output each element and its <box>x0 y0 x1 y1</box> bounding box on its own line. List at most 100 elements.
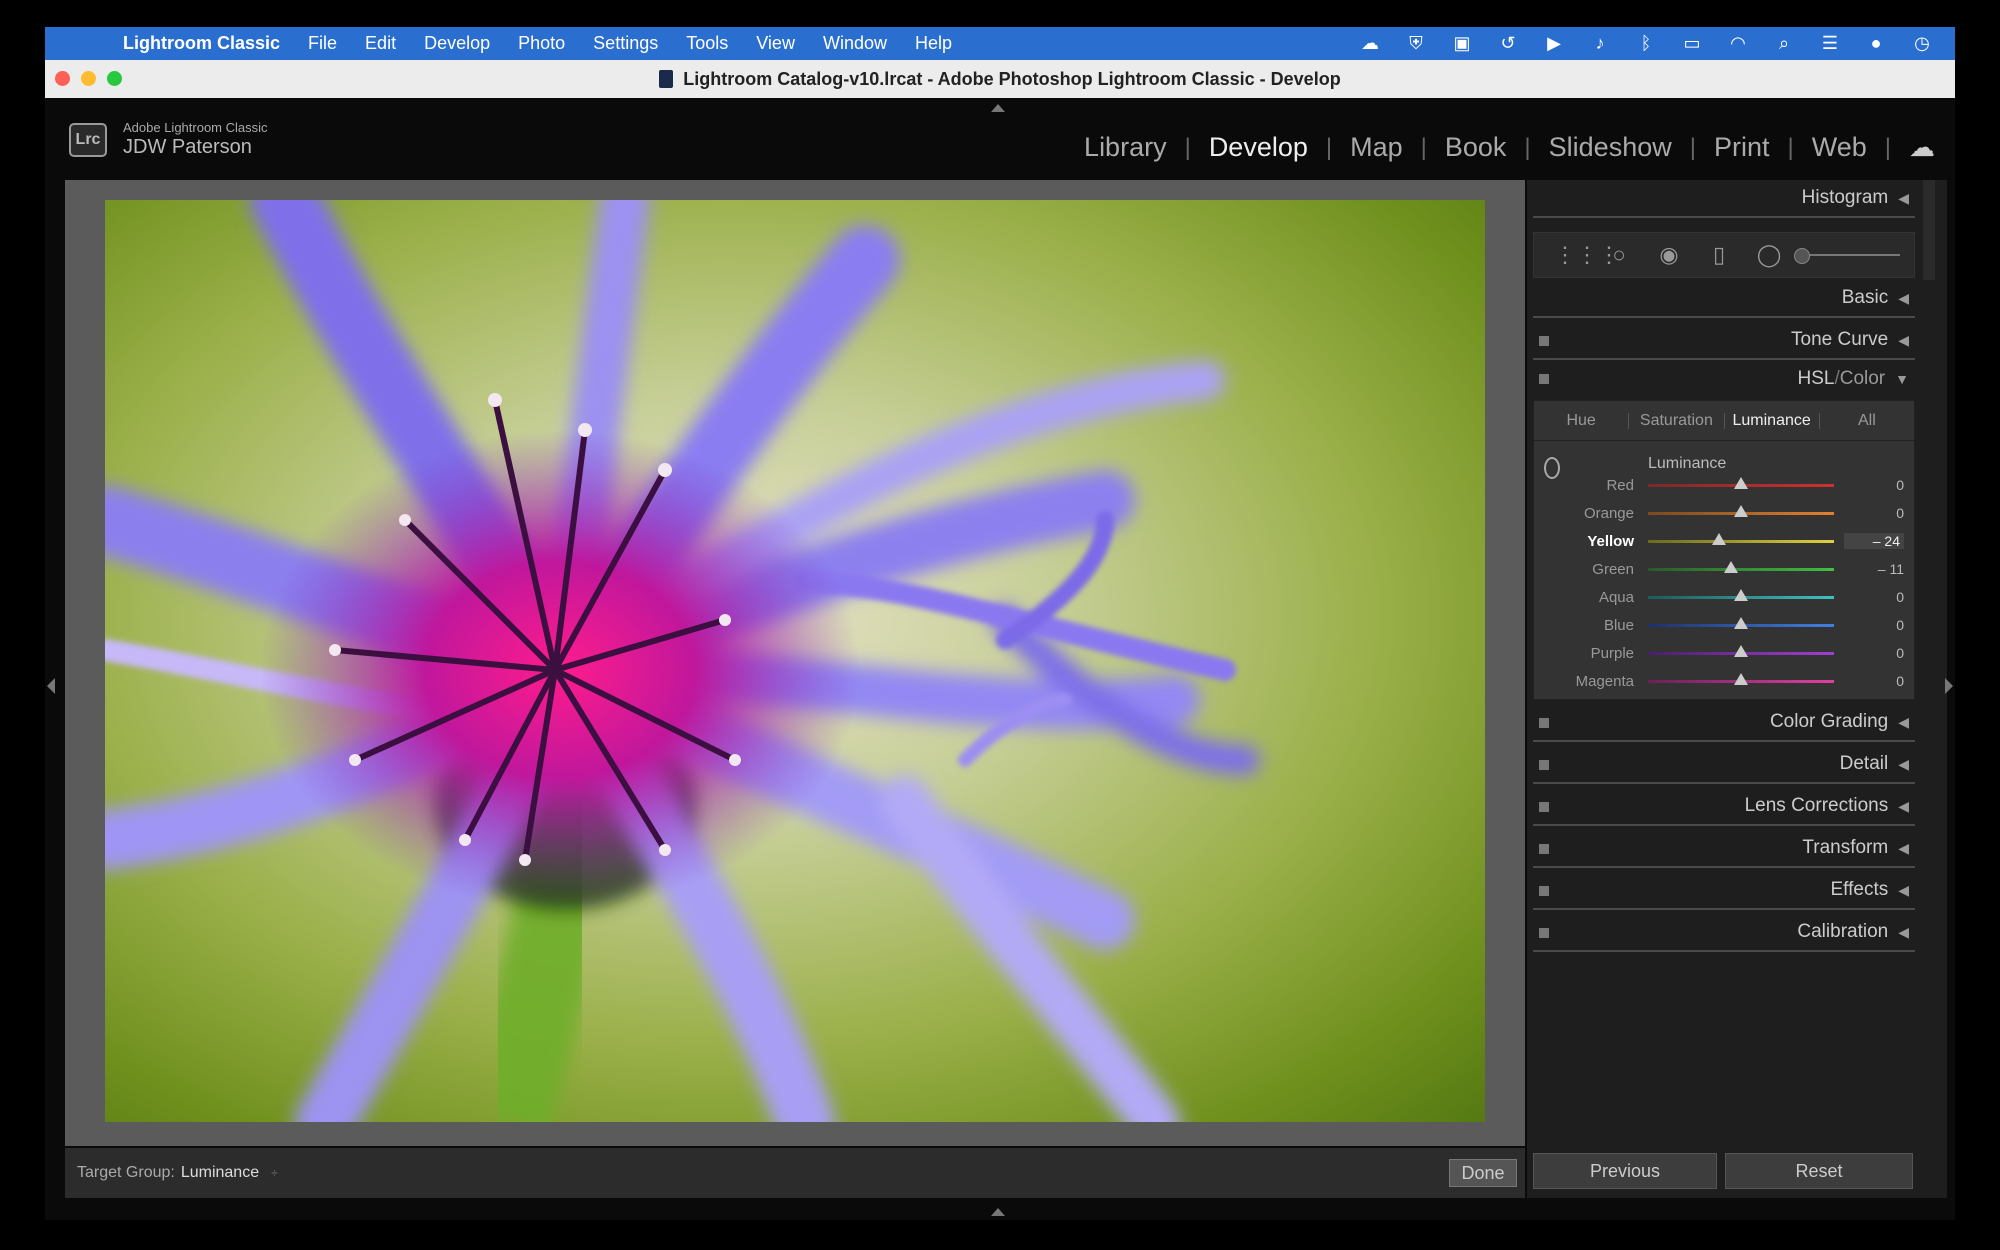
slider-thumb[interactable] <box>1734 588 1748 601</box>
module-map[interactable]: Map <box>1332 132 1421 163</box>
reset-button[interactable]: Reset <box>1725 1153 1913 1189</box>
cloud-sync-icon[interactable]: ☁ <box>1909 132 1935 163</box>
display-icon[interactable]: ▣ <box>1451 33 1473 54</box>
panel-switch-icon[interactable] <box>1539 844 1549 854</box>
filmstrip-toggle-icon[interactable] <box>991 1208 1005 1216</box>
section-tone-curve[interactable]: Tone Curve ◀ <box>1533 322 1915 360</box>
menu-settings[interactable]: Settings <box>593 33 658 54</box>
menu-app-name[interactable]: Lightroom Classic <box>123 33 280 54</box>
slider-track-red[interactable] <box>1648 476 1834 489</box>
crop-overlay-icon[interactable]: ⋮⋮⋮ <box>1554 242 1620 268</box>
module-library[interactable]: Library <box>1066 132 1185 163</box>
slider-value[interactable]: 0 <box>1844 673 1904 689</box>
close-window-button[interactable] <box>55 71 70 86</box>
slider-track-purple[interactable] <box>1648 644 1834 657</box>
slider-value[interactable]: – 24 <box>1844 533 1904 549</box>
graduated-filter-icon[interactable]: ▯ <box>1704 242 1734 268</box>
zoom-window-button[interactable] <box>107 71 122 86</box>
section-transform[interactable]: Transform ◀ <box>1533 830 1915 868</box>
target-group-caret-icon[interactable]: ÷ <box>271 1166 278 1180</box>
spot-removal-icon[interactable]: ○ <box>1604 242 1634 268</box>
tab-all[interactable]: All <box>1820 412 1914 430</box>
color-title[interactable]: Color <box>1840 368 1885 390</box>
top-panel-toggle-icon[interactable] <box>991 104 1005 112</box>
slider-track-green[interactable] <box>1648 560 1834 573</box>
adjustment-brush-slider[interactable] <box>1794 248 1900 264</box>
slider-thumb[interactable] <box>1734 616 1748 629</box>
module-develop[interactable]: Develop <box>1191 132 1326 163</box>
section-calibration[interactable]: Calibration ◀ <box>1533 914 1915 952</box>
right-panel-toggle-icon[interactable] <box>1945 678 1953 694</box>
siri-icon[interactable]: ● <box>1865 33 1887 54</box>
slider-track-aqua[interactable] <box>1648 588 1834 601</box>
time-machine-icon[interactable]: ↺ <box>1497 33 1519 54</box>
minimize-window-button[interactable] <box>81 71 96 86</box>
slider-value[interactable]: 0 <box>1844 505 1904 521</box>
battery-icon[interactable]: ▭ <box>1681 33 1703 54</box>
slider-thumb[interactable] <box>1734 672 1748 685</box>
slider-track-orange[interactable] <box>1648 504 1834 517</box>
slider-value[interactable]: – 11 <box>1844 561 1904 577</box>
slider-value[interactable]: 0 <box>1844 477 1904 493</box>
volume-icon[interactable]: ♪ <box>1589 33 1611 54</box>
panel-switch-icon[interactable] <box>1539 760 1549 770</box>
menu-file[interactable]: File <box>308 33 337 54</box>
clock-icon[interactable]: ◷ <box>1911 33 1933 54</box>
slider-thumb[interactable] <box>1734 504 1748 517</box>
slider-thumb[interactable] <box>1711 532 1726 545</box>
panel-switch-icon[interactable] <box>1539 886 1549 896</box>
play-icon[interactable]: ▶ <box>1543 33 1565 54</box>
target-group-select[interactable]: Luminance <box>181 1164 259 1182</box>
tab-saturation[interactable]: Saturation <box>1629 412 1723 430</box>
left-panel-toggle-icon[interactable] <box>47 678 55 694</box>
slider-track-blue[interactable] <box>1648 616 1834 629</box>
menu-edit[interactable]: Edit <box>365 33 396 54</box>
panel-switch-icon[interactable] <box>1539 802 1549 812</box>
module-slideshow[interactable]: Slideshow <box>1531 132 1690 163</box>
panel-switch-icon[interactable] <box>1539 374 1549 384</box>
tab-hue[interactable]: Hue <box>1534 412 1628 430</box>
menu-help[interactable]: Help <box>915 33 952 54</box>
menu-photo[interactable]: Photo <box>518 33 565 54</box>
slider-thumb[interactable] <box>1734 476 1748 489</box>
previous-button[interactable]: Previous <box>1533 1153 1717 1189</box>
search-icon[interactable]: ⌕ <box>1773 33 1795 54</box>
panel-switch-icon[interactable] <box>1539 336 1549 346</box>
section-hsl-color[interactable]: HSL / Color ▼ <box>1533 360 1915 398</box>
red-eye-icon[interactable]: ◉ <box>1654 242 1684 268</box>
menu-view[interactable]: View <box>756 33 795 54</box>
section-basic[interactable]: Basic ◀ <box>1533 280 1915 318</box>
control-center-icon[interactable]: ☰ <box>1819 33 1841 54</box>
done-button[interactable]: Done <box>1449 1159 1517 1187</box>
panel-scrollbar[interactable] <box>1923 180 1935 280</box>
panel-switch-icon[interactable] <box>1539 928 1549 938</box>
bluetooth-icon[interactable]: ᛒ <box>1635 33 1657 54</box>
menu-tools[interactable]: Tools <box>686 33 728 54</box>
section-effects[interactable]: Effects ◀ <box>1533 872 1915 910</box>
slider-thumb[interactable] <box>1723 560 1738 573</box>
photo-preview[interactable] <box>105 200 1485 1122</box>
section-color-grading[interactable]: Color Grading ◀ <box>1533 704 1915 742</box>
menu-develop[interactable]: Develop <box>424 33 490 54</box>
slider-value[interactable]: 0 <box>1844 617 1904 633</box>
module-print[interactable]: Print <box>1696 132 1788 163</box>
slider-track-yellow[interactable] <box>1648 532 1834 545</box>
hsl-title[interactable]: HSL <box>1797 368 1834 390</box>
radial-filter-icon[interactable]: ◯ <box>1754 242 1784 268</box>
wifi-icon[interactable]: ◠ <box>1727 33 1749 54</box>
section-detail[interactable]: Detail ◀ <box>1533 746 1915 784</box>
slider-thumb[interactable] <box>1734 644 1748 657</box>
creative-cloud-icon[interactable]: ☁ <box>1359 33 1381 54</box>
tab-luminance[interactable]: Luminance <box>1725 412 1819 430</box>
section-histogram[interactable]: Histogram ◀ <box>1533 180 1915 218</box>
menu-window[interactable]: Window <box>823 33 887 54</box>
panel-switch-icon[interactable] <box>1539 718 1549 728</box>
slider-value[interactable]: 0 <box>1844 589 1904 605</box>
slider-value[interactable]: 0 <box>1844 645 1904 661</box>
shield-icon[interactable]: ⛨ <box>1405 33 1427 54</box>
slider-label: Aqua <box>1598 588 1634 606</box>
slider-track-magenta[interactable] <box>1648 672 1834 685</box>
section-lens-corrections[interactable]: Lens Corrections ◀ <box>1533 788 1915 826</box>
module-book[interactable]: Book <box>1427 132 1525 163</box>
module-web[interactable]: Web <box>1794 132 1885 163</box>
